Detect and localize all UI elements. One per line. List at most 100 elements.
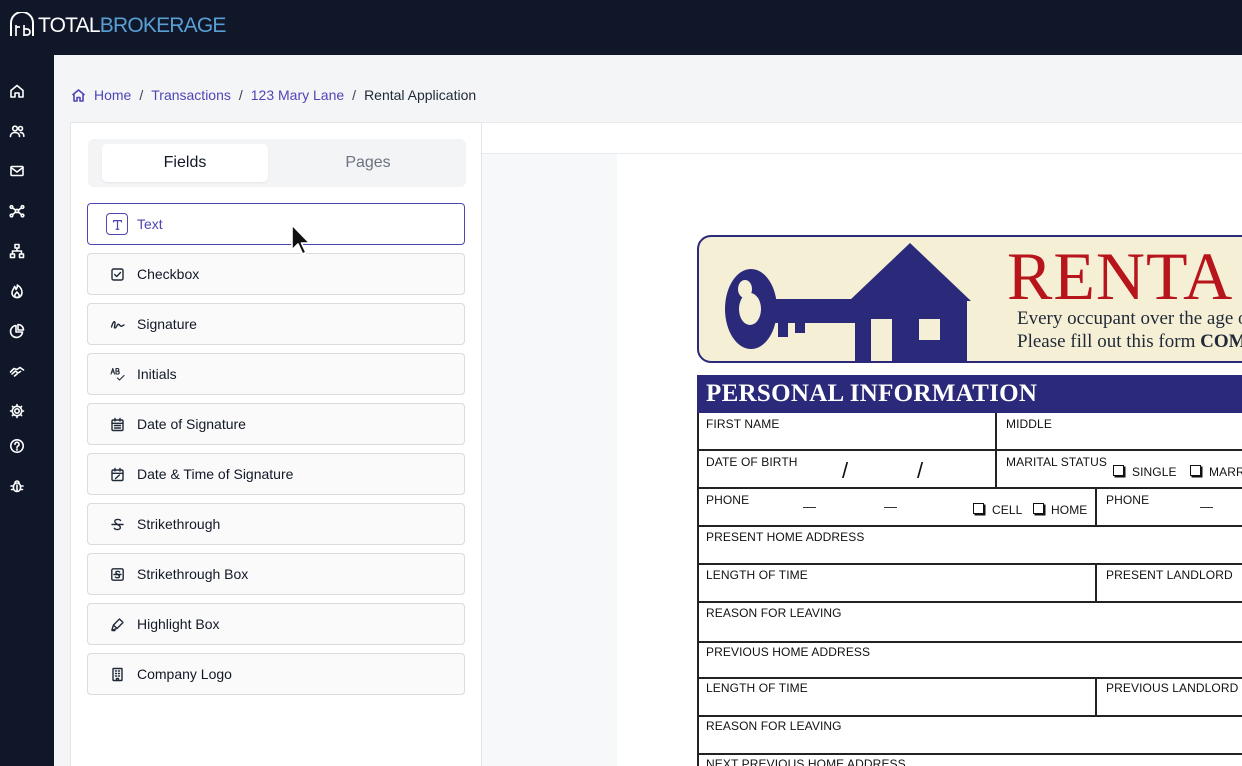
divider (995, 451, 997, 489)
previous-landlord-label: PREVIOUS LANDLORD (1106, 681, 1239, 695)
breadcrumb-home[interactable]: Home (94, 87, 131, 103)
instruction-prefix: Please fill out this form (1017, 331, 1201, 352)
help-icon[interactable] (7, 436, 27, 456)
phone2-label: PHONE (1106, 493, 1150, 507)
length-of-time-label: LENGTH OF TIME (706, 568, 808, 582)
home-checkbox[interactable] (1033, 503, 1044, 514)
fields-panel: Fields Pages Text Checkbox Signature Ini… (70, 122, 482, 766)
cell-label: CELL (992, 503, 1023, 517)
settings-icon[interactable] (7, 401, 27, 421)
divider (995, 413, 997, 451)
calendar-icon (106, 413, 128, 435)
sidebar (0, 55, 54, 766)
breadcrumb-transactions[interactable]: Transactions (151, 87, 231, 103)
first-name-label: FIRST NAME (706, 417, 780, 431)
logo-text: TOTALBROKERAGE (38, 15, 226, 36)
document-page[interactable]: RENTA Every occupant over the age o Plea… (617, 154, 1242, 766)
form-title: RENTA (1007, 238, 1234, 314)
fire-icon[interactable] (7, 281, 27, 301)
field-company-logo[interactable]: Company Logo (87, 653, 465, 695)
field-label: Date & Time of Signature (137, 466, 294, 482)
home-icon[interactable] (7, 81, 27, 101)
sitemap-icon[interactable] (7, 241, 27, 261)
checkbox-icon (106, 263, 128, 285)
strikethrough-icon (106, 513, 128, 535)
dob-label: DATE OF BIRTH (706, 455, 798, 469)
length-of-time-label: LENGTH OF TIME (706, 681, 808, 695)
text-icon (106, 213, 128, 235)
field-date-time-of-signature[interactable]: Date & Time of Signature (87, 453, 465, 495)
field-signature[interactable]: Signature (87, 303, 465, 345)
reason-for-leaving-label: REASON FOR LEAVING (706, 719, 842, 733)
logo-mark-icon (10, 12, 34, 36)
tab-pages[interactable]: Pages (285, 144, 451, 182)
divider (1095, 565, 1097, 603)
form-instruction-line1: Every occupant over the age o (1017, 308, 1242, 329)
network-icon[interactable] (7, 201, 27, 221)
previous-address-label: PREVIOUS HOME ADDRESS (706, 645, 871, 659)
instruction-bold: COM (1200, 331, 1242, 352)
date-slash: / (917, 458, 924, 483)
users-icon[interactable] (7, 121, 27, 141)
next-previous-address-label: NEXT PREVIOUS HOME ADDRESS (706, 757, 906, 766)
phone-dash: — (884, 499, 897, 514)
strikethrough-box-icon (106, 563, 128, 585)
logo-total: TOTAL (38, 13, 101, 37)
breadcrumb-current: Rental Application (364, 87, 477, 103)
form-instruction-line2: Please fill out this form COM (1017, 331, 1242, 353)
breadcrumb-separator: / (238, 87, 243, 103)
building-icon (106, 663, 128, 685)
handshake-icon[interactable] (7, 361, 27, 381)
phone-dash: — (803, 499, 816, 514)
phone-dash: — (1200, 499, 1213, 514)
field-checkbox[interactable]: Checkbox (87, 253, 465, 295)
breadcrumb-separator: / (352, 87, 357, 103)
highlighter-icon (106, 613, 128, 635)
document-toolbar (482, 122, 1242, 154)
mail-icon[interactable] (7, 161, 27, 181)
document-viewer: RENTA Every occupant over the age o Plea… (481, 122, 1242, 766)
divider (697, 755, 699, 766)
phone-label: PHONE (706, 493, 750, 507)
breadcrumb-home-icon[interactable] (71, 88, 86, 103)
field-label: Highlight Box (137, 616, 220, 632)
initials-icon (106, 363, 128, 385)
breadcrumb-separator: / (139, 87, 144, 103)
mouse-cursor-icon (291, 224, 311, 255)
breadcrumb: Home / Transactions / 123 Mary Lane / Re… (71, 86, 476, 104)
logo-brokerage: BROKERAGE (99, 13, 227, 37)
total-brokerage-logo[interactable]: TOTALBROKERAGE (8, 10, 226, 40)
field-label: Signature (137, 316, 197, 332)
bug-icon[interactable] (7, 476, 27, 496)
field-label: Date of Signature (137, 416, 246, 432)
divider (1095, 489, 1097, 527)
divider (1095, 679, 1097, 717)
field-text[interactable]: Text (87, 203, 465, 245)
pie-chart-icon[interactable] (7, 321, 27, 341)
field-label: Strikethrough Box (137, 566, 249, 582)
single-checkbox[interactable] (1113, 465, 1124, 476)
document-canvas: RENTA Every occupant over the age o Plea… (482, 154, 1242, 766)
breadcrumb-property[interactable]: 123 Mary Lane (251, 87, 344, 103)
field-date-of-signature[interactable]: Date of Signature (87, 403, 465, 445)
field-strikethrough-box[interactable]: Strikethrough Box (87, 553, 465, 595)
field-label: Text (137, 216, 163, 232)
field-strikethrough[interactable]: Strikethrough (87, 503, 465, 545)
cell-checkbox[interactable] (973, 503, 984, 514)
field-label: Initials (137, 366, 177, 382)
top-bar: TOTALBROKERAGE (0, 0, 1242, 55)
calendar-clock-icon (106, 463, 128, 485)
tab-fields[interactable]: Fields (102, 144, 268, 182)
single-label: SINGLE (1132, 465, 1177, 479)
marital-status-label: MARITAL STATUS (1006, 455, 1107, 469)
house-key-illustration (725, 243, 971, 361)
middle-label: MIDDLE (1006, 417, 1052, 431)
form-row (697, 489, 1242, 527)
field-label: Checkbox (137, 266, 200, 282)
section-header: PERSONAL INFORMATION (697, 375, 1242, 413)
reason-for-leaving-label: REASON FOR LEAVING (706, 606, 842, 620)
field-highlight-box[interactable]: Highlight Box (87, 603, 465, 645)
date-slash: / (842, 458, 849, 483)
married-checkbox[interactable] (1190, 465, 1201, 476)
field-initials[interactable]: Initials (87, 353, 465, 395)
